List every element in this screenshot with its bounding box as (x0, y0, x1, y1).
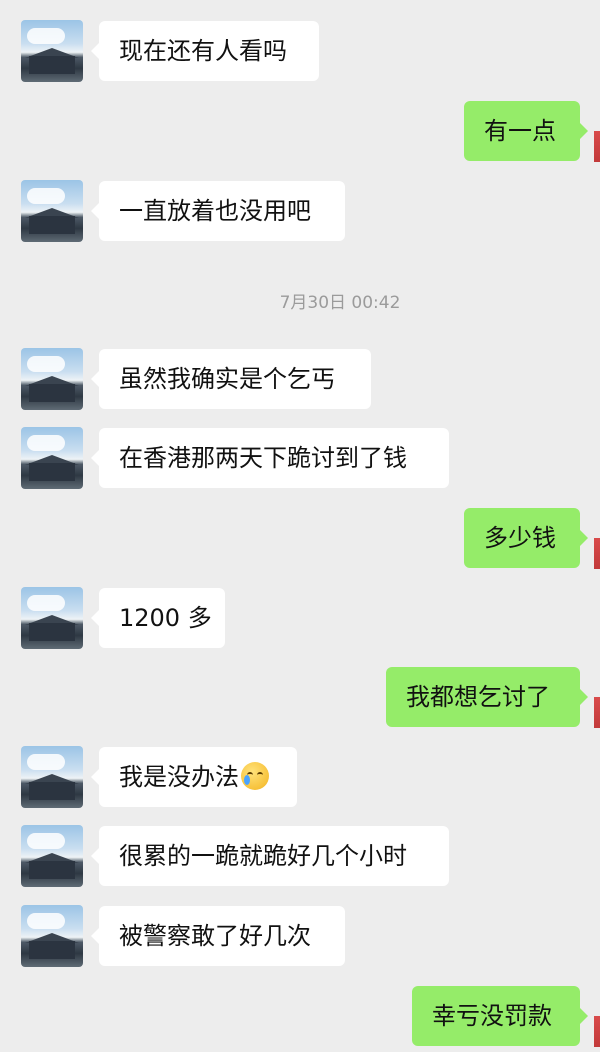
incoming-message-bubble[interactable]: 我是没办法 (91, 747, 297, 807)
contact-avatar[interactable] (21, 825, 83, 887)
message-row: 现在还有人看吗 (0, 20, 600, 84)
contact-avatar[interactable] (21, 746, 83, 808)
message-text: 被警察敢了好几次 (119, 922, 311, 950)
crying-laughing-emoji-icon (241, 762, 269, 790)
contact-avatar[interactable] (21, 180, 83, 242)
message-text: 1200 多 (119, 604, 212, 632)
message-row: 我是没办法 (0, 746, 600, 810)
self-avatar-edge (594, 100, 600, 162)
contact-avatar[interactable] (21, 427, 83, 489)
message-row: 在香港那两天下跪讨到了钱 (0, 427, 600, 491)
chat-area: 现在还有人看吗 有一点 一直放着也没用吧 7月30日 00:42 虽然我确实是个… (0, 0, 600, 1052)
incoming-message-bubble[interactable]: 虽然我确实是个乞丐 (91, 349, 371, 409)
message-timestamp: 7月30日 00:42 (279, 293, 401, 313)
message-row: 很累的一跪就跪好几个小时 (0, 825, 600, 889)
message-text: 我是没办法 (119, 763, 239, 791)
self-avatar-edge (594, 666, 600, 728)
self-avatar-edge (594, 507, 600, 569)
outgoing-message-bubble[interactable]: 我都想乞讨了 (386, 667, 588, 727)
incoming-message-bubble[interactable]: 很累的一跪就跪好几个小时 (91, 826, 449, 886)
message-row: 1200 多 (0, 587, 600, 651)
incoming-message-bubble[interactable]: 一直放着也没用吧 (91, 181, 345, 241)
outgoing-message-bubble[interactable]: 幸亏没罚款 (412, 986, 588, 1046)
outgoing-message-bubble[interactable]: 有一点 (464, 101, 588, 161)
message-row: 被警察敢了好几次 (0, 905, 600, 969)
contact-avatar[interactable] (21, 348, 83, 410)
incoming-message-bubble[interactable]: 现在还有人看吗 (91, 21, 319, 81)
message-text: 有一点 (484, 117, 556, 145)
message-text: 虽然我确实是个乞丐 (119, 365, 335, 393)
message-text: 一直放着也没用吧 (119, 197, 311, 225)
incoming-message-bubble[interactable]: 被警察敢了好几次 (91, 906, 345, 966)
message-text: 幸亏没罚款 (432, 1002, 552, 1030)
message-row: 幸亏没罚款 (0, 985, 600, 1049)
message-row: 多少钱 (0, 507, 600, 571)
message-text: 在香港那两天下跪讨到了钱 (119, 444, 407, 472)
message-row: 虽然我确实是个乞丐 (0, 348, 600, 412)
message-row: 有一点 (0, 100, 600, 164)
contact-avatar[interactable] (21, 587, 83, 649)
outgoing-message-bubble[interactable]: 多少钱 (464, 508, 588, 568)
message-row: 一直放着也没用吧 (0, 180, 600, 244)
incoming-message-bubble[interactable]: 在香港那两天下跪讨到了钱 (91, 428, 449, 488)
message-row: 我都想乞讨了 (0, 666, 600, 730)
message-text: 我都想乞讨了 (406, 683, 550, 711)
message-text: 很累的一跪就跪好几个小时 (119, 842, 407, 870)
incoming-message-bubble[interactable]: 1200 多 (91, 588, 225, 648)
self-avatar-edge (594, 985, 600, 1047)
message-text: 现在还有人看吗 (119, 37, 287, 65)
message-text: 多少钱 (484, 524, 556, 552)
contact-avatar[interactable] (21, 905, 83, 967)
contact-avatar[interactable] (21, 20, 83, 82)
